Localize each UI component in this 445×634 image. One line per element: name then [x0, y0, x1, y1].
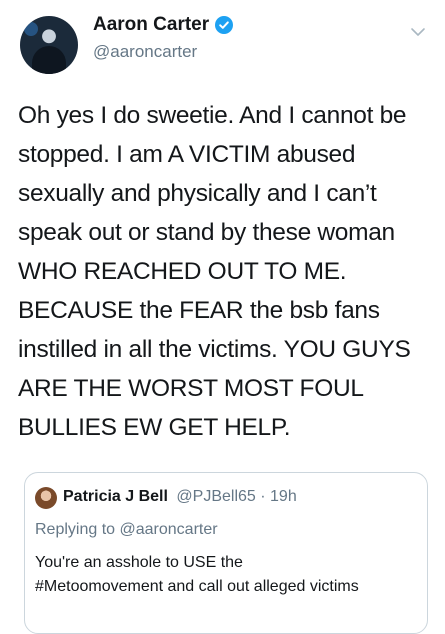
replying-to-line: Replying to @aaroncarter	[35, 521, 218, 539]
replying-to-mention[interactable]: @aaroncarter	[120, 521, 218, 538]
avatar[interactable]	[20, 16, 78, 74]
tweet-text: Oh yes I do sweetie. And I cannot be sto…	[18, 102, 411, 441]
replying-to-prefix: Replying to	[35, 521, 116, 538]
checkmark-icon	[219, 21, 229, 29]
quoted-author-row: Patricia J Bell @PJBell65 · 19h	[63, 488, 297, 506]
author-name-row[interactable]: Aaron Carter	[93, 14, 234, 36]
avatar-background-light	[24, 22, 38, 36]
avatar-figure	[32, 46, 66, 74]
verified-badge-icon	[215, 16, 234, 34]
chevron-down-icon[interactable]	[410, 26, 426, 38]
author-handle[interactable]: @aaroncarter	[93, 42, 197, 62]
author-display-name[interactable]: Aaron Carter	[93, 14, 209, 36]
quoted-tweet-text: You're an asshole to USE the #Metoomovem…	[35, 554, 359, 595]
quoted-display-name: Patricia J Bell	[63, 488, 168, 505]
tweet-header: Aaron Carter @aaroncarter	[0, 0, 445, 90]
quoted-tweet-card[interactable]: Patricia J Bell @PJBell65 · 19h Replying…	[24, 472, 428, 634]
quoted-handle-time: @PJBell65 · 19h	[176, 488, 297, 505]
quoted-avatar[interactable]	[35, 487, 57, 509]
